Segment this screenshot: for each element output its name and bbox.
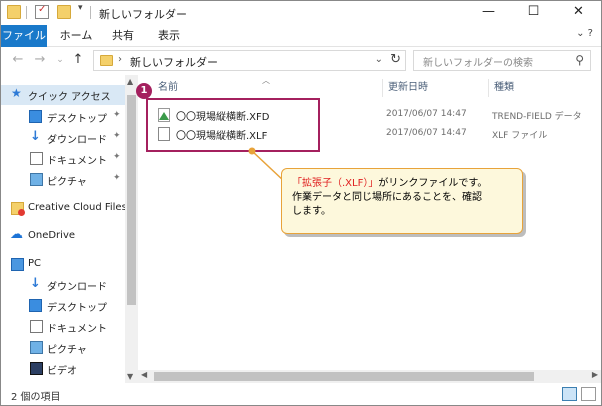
callout-note: 「拡張子（.XLF）」がリンクファイルです。 作業データと同じ場所にあることを、… bbox=[281, 168, 523, 234]
callout-line-3: します。 bbox=[292, 206, 331, 217]
explorer-window: ▾ 新しいフォルダー — ☐ ✕ ファイル ホーム 共有 表示 ⌄ ? ← → … bbox=[0, 0, 602, 406]
callout-line-1: 「拡張子（.XLF）」がリンクファイルです。 bbox=[292, 177, 512, 191]
callout-extension-text: 「拡張子（.XLF）」 bbox=[292, 178, 379, 189]
callout-line-2: 作業データと同じ場所にあることを、確認 bbox=[292, 192, 482, 203]
callout-text: がリンクファイルです。 bbox=[378, 178, 488, 189]
